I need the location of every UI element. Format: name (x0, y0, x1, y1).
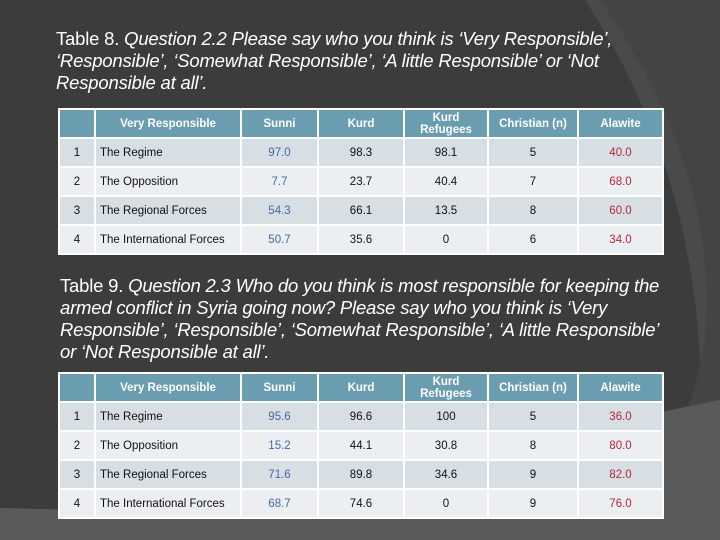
header-very-responsible: Very Responsible (96, 110, 240, 137)
table8-caption-question: Question 2.2 Please say who you think is… (56, 28, 613, 93)
cell-christian: 5 (489, 403, 577, 430)
header-kurd: Kurd (319, 374, 403, 401)
table8-caption: Table 8. Question 2.2 Please say who you… (56, 28, 656, 94)
cell-alawite: 40.0 (579, 139, 662, 166)
cell-kurd-refugees: 13.5 (405, 197, 487, 224)
cell-alawite: 68.0 (579, 168, 662, 195)
header-sunni: Sunni (242, 110, 317, 137)
row-num: 3 (60, 461, 94, 488)
header-very-responsible: Very Responsible (96, 374, 240, 401)
table-row: 2 The Opposition 7.7 23.7 40.4 7 68.0 (60, 168, 662, 195)
table-row: 3 The Regional Forces 54.3 66.1 13.5 8 6… (60, 197, 662, 224)
header-num (60, 374, 94, 401)
table9-header-row: Very Responsible Sunni Kurd Kurd Refugee… (60, 374, 662, 401)
table-row: 4 The International Forces 68.7 74.6 0 9… (60, 490, 662, 517)
cell-christian: 9 (489, 461, 577, 488)
cell-kurd-refugees: 98.1 (405, 139, 487, 166)
cell-kurd-refugees: 0 (405, 490, 487, 517)
cell-christian: 8 (489, 197, 577, 224)
header-kurd-refugees: Kurd Refugees (405, 110, 487, 137)
table9-caption-prefix: Table 9. (60, 275, 129, 296)
header-num (60, 110, 94, 137)
table-row: 4 The International Forces 50.7 35.6 0 6… (60, 226, 662, 253)
cell-kurd: 89.8 (319, 461, 403, 488)
cell-sunni: 71.6 (242, 461, 317, 488)
header-kurd-refugees-label: Kurd Refugees (420, 375, 472, 400)
table-row: 1 The Regime 95.6 96.6 100 5 36.0 (60, 403, 662, 430)
table-row: 3 The Regional Forces 71.6 89.8 34.6 9 8… (60, 461, 662, 488)
header-kurd: Kurd (319, 110, 403, 137)
cell-kurd-refugees: 0 (405, 226, 487, 253)
header-alawite: Alawite (579, 110, 662, 137)
row-label: The Regional Forces (96, 197, 240, 224)
table9: Very Responsible Sunni Kurd Kurd Refugee… (58, 372, 664, 519)
table8-header-row: Very Responsible Sunni Kurd Kurd Refugee… (60, 110, 662, 137)
cell-kurd: 66.1 (319, 197, 403, 224)
cell-christian: 8 (489, 432, 577, 459)
cell-sunni: 54.3 (242, 197, 317, 224)
table8-caption-prefix: Table 8. (56, 28, 125, 49)
cell-christian: 6 (489, 226, 577, 253)
row-label: The Regime (96, 403, 240, 430)
row-num: 4 (60, 226, 94, 253)
row-label: The Regime (96, 139, 240, 166)
cell-christian: 5 (489, 139, 577, 166)
header-sunni: Sunni (242, 374, 317, 401)
row-num: 2 (60, 168, 94, 195)
table-row: 1 The Regime 97.0 98.3 98.1 5 40.0 (60, 139, 662, 166)
row-num: 1 (60, 403, 94, 430)
row-label: The Opposition (96, 432, 240, 459)
cell-sunni: 97.0 (242, 139, 317, 166)
cell-sunni: 7.7 (242, 168, 317, 195)
cell-sunni: 50.7 (242, 226, 317, 253)
cell-kurd-refugees: 30.8 (405, 432, 487, 459)
cell-alawite: 82.0 (579, 461, 662, 488)
header-christian: Christian (n) (489, 374, 577, 401)
row-label: The International Forces (96, 490, 240, 517)
cell-christian: 9 (489, 490, 577, 517)
cell-kurd-refugees: 34.6 (405, 461, 487, 488)
cell-kurd: 44.1 (319, 432, 403, 459)
row-label: The International Forces (96, 226, 240, 253)
table9-caption: Table 9. Question 2.3 Who do you think i… (60, 275, 660, 363)
cell-sunni: 95.6 (242, 403, 317, 430)
cell-kurd: 96.6 (319, 403, 403, 430)
cell-kurd-refugees: 100 (405, 403, 487, 430)
cell-kurd-refugees: 40.4 (405, 168, 487, 195)
cell-sunni: 15.2 (242, 432, 317, 459)
header-alawite: Alawite (579, 374, 662, 401)
cell-kurd: 98.3 (319, 139, 403, 166)
row-num: 3 (60, 197, 94, 224)
table9-caption-question: Question 2.3 Who do you think is most re… (60, 275, 660, 362)
header-kurd-refugees: Kurd Refugees (405, 374, 487, 401)
cell-alawite: 36.0 (579, 403, 662, 430)
header-christian: Christian (n) (489, 110, 577, 137)
row-label: The Opposition (96, 168, 240, 195)
row-num: 1 (60, 139, 94, 166)
cell-sunni: 68.7 (242, 490, 317, 517)
cell-kurd: 35.6 (319, 226, 403, 253)
table-row: 2 The Opposition 15.2 44.1 30.8 8 80.0 (60, 432, 662, 459)
cell-alawite: 80.0 (579, 432, 662, 459)
cell-alawite: 60.0 (579, 197, 662, 224)
row-num: 4 (60, 490, 94, 517)
header-kurd-refugees-label: Kurd Refugees (420, 111, 472, 136)
row-label: The Regional Forces (96, 461, 240, 488)
cell-kurd: 74.6 (319, 490, 403, 517)
cell-alawite: 76.0 (579, 490, 662, 517)
cell-kurd: 23.7 (319, 168, 403, 195)
cell-alawite: 34.0 (579, 226, 662, 253)
table8: Very Responsible Sunni Kurd Kurd Refugee… (58, 108, 664, 255)
cell-christian: 7 (489, 168, 577, 195)
row-num: 2 (60, 432, 94, 459)
